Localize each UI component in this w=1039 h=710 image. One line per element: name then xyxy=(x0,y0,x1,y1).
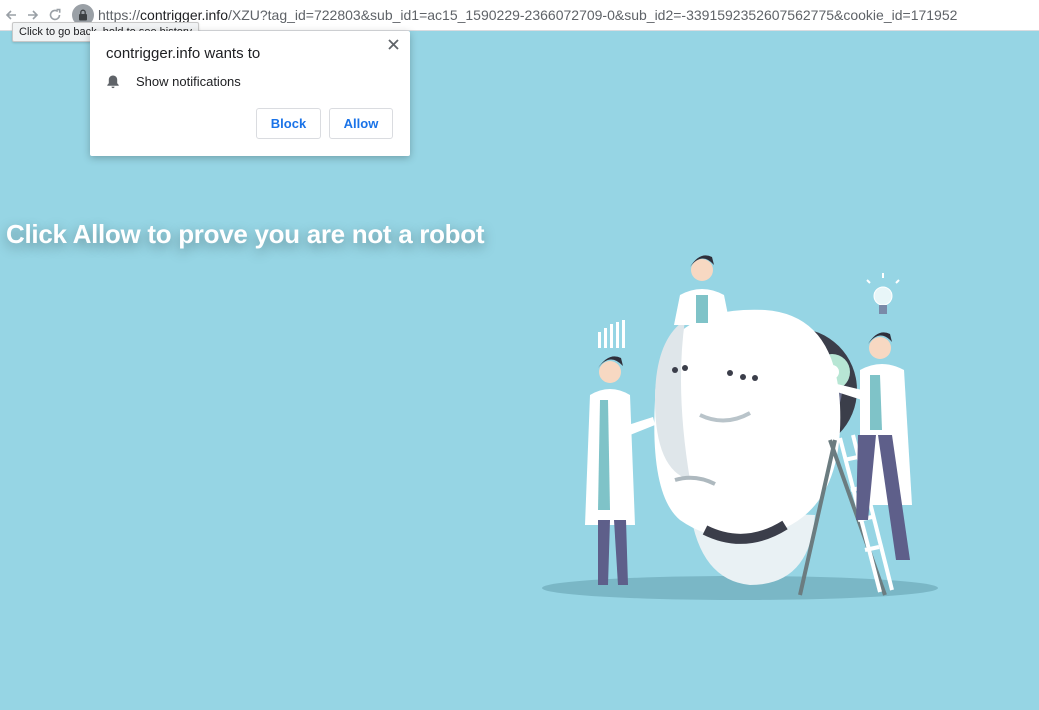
page-headline: Click Allow to prove you are not a robot xyxy=(6,219,485,249)
popup-title: contrigger.info wants to xyxy=(106,45,261,62)
back-arrow-icon xyxy=(5,10,16,20)
url-path: /XZU?tag_id=722803&sub_id1=ac15_1590229-… xyxy=(227,7,958,23)
lightbulb-icon xyxy=(866,273,900,314)
url-host: contrigger.info xyxy=(140,7,228,23)
allow-button[interactable]: Allow xyxy=(329,108,393,139)
permission-label: Show notifications xyxy=(136,74,241,89)
popup-close-button[interactable] xyxy=(384,35,402,53)
scientist-left xyxy=(585,356,655,585)
notification-permission-popup: contrigger.info wants to Show notificati… xyxy=(90,31,410,156)
permission-row: Show notifications xyxy=(106,74,241,89)
block-button[interactable]: Block xyxy=(256,108,321,139)
bell-icon xyxy=(107,75,119,89)
url-scheme: https:// xyxy=(98,7,141,23)
address-bar[interactable]: https://contrigger.info/XZU?tag_id=72280… xyxy=(72,4,957,26)
forward-arrow-icon xyxy=(28,10,39,20)
reload-icon xyxy=(49,8,61,21)
bar-chart-icon xyxy=(598,320,625,348)
robot-head-illustration xyxy=(542,255,938,600)
close-icon xyxy=(387,38,399,50)
scientist-top xyxy=(674,255,730,325)
lock-icon xyxy=(79,9,87,21)
